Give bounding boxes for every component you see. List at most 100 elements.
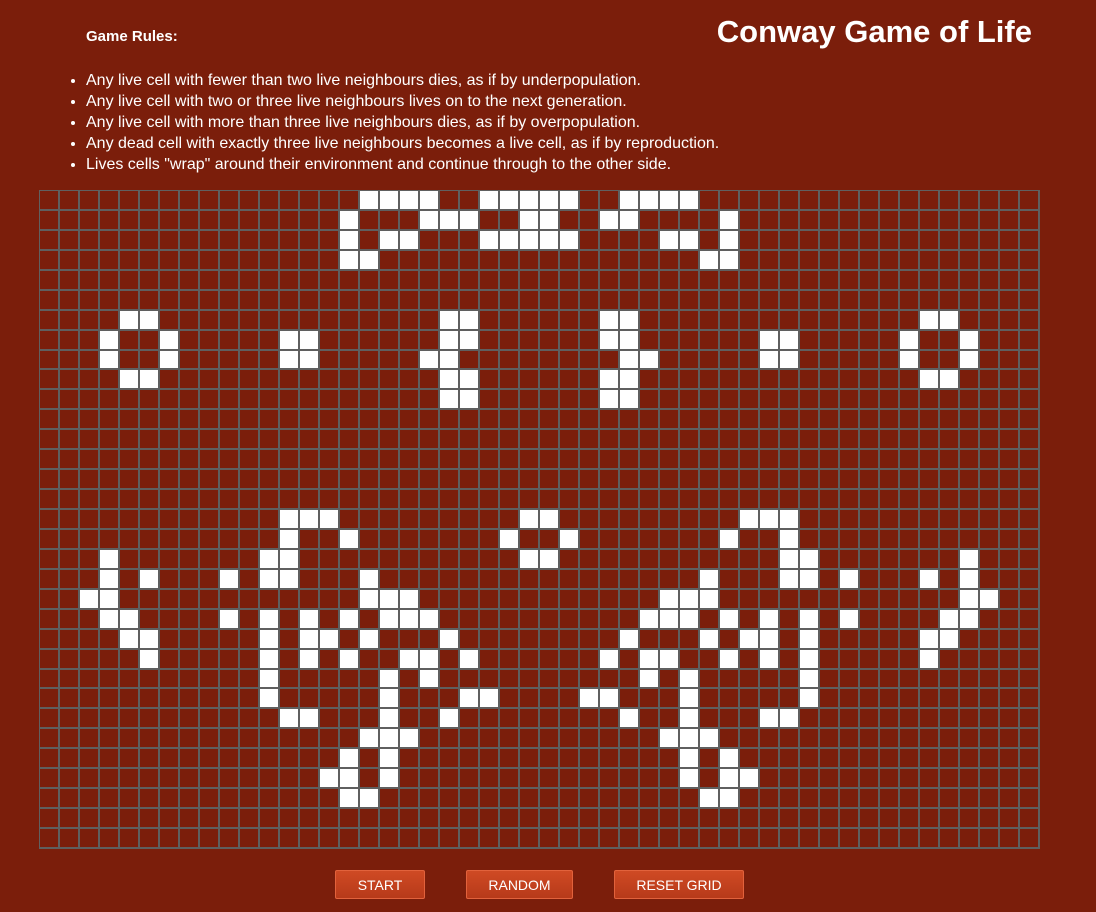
grid-cell[interactable]	[380, 470, 400, 491]
grid-cell[interactable]	[240, 749, 260, 770]
grid-cell[interactable]	[380, 629, 400, 650]
grid-cell-alive[interactable]	[680, 191, 700, 211]
grid-cell[interactable]	[980, 609, 1000, 630]
grid-cell[interactable]	[600, 250, 620, 271]
grid-cell-alive[interactable]	[620, 390, 640, 411]
grid-cell[interactable]	[40, 569, 60, 590]
grid-cell[interactable]	[260, 589, 280, 610]
grid-cell[interactable]	[180, 669, 200, 690]
grid-cell[interactable]	[800, 330, 820, 351]
grid-cell[interactable]	[300, 729, 320, 750]
grid-cell[interactable]	[540, 729, 560, 750]
grid-cell[interactable]	[220, 430, 240, 451]
grid-cell-alive[interactable]	[340, 749, 360, 770]
grid-cell[interactable]	[180, 729, 200, 750]
grid-cell-alive[interactable]	[920, 569, 940, 590]
grid-cell[interactable]	[880, 191, 900, 211]
grid-cell[interactable]	[600, 589, 620, 610]
grid-cell[interactable]	[680, 430, 700, 451]
grid-cell[interactable]	[340, 569, 360, 590]
grid-cell[interactable]	[560, 410, 580, 431]
grid-cell-alive[interactable]	[940, 370, 960, 391]
grid-cell[interactable]	[1000, 709, 1020, 730]
grid-cell[interactable]	[100, 290, 120, 311]
grid-cell[interactable]	[140, 589, 160, 610]
grid-cell[interactable]	[660, 310, 680, 331]
grid-cell[interactable]	[480, 589, 500, 610]
grid-cell[interactable]	[1000, 450, 1020, 471]
grid-cell[interactable]	[500, 789, 520, 810]
grid-cell[interactable]	[980, 809, 1000, 829]
grid-cell[interactable]	[980, 450, 1000, 471]
grid-cell[interactable]	[580, 549, 600, 570]
grid-cell[interactable]	[320, 549, 340, 570]
grid-cell[interactable]	[700, 609, 720, 630]
grid-cell[interactable]	[360, 669, 380, 690]
grid-cell[interactable]	[860, 569, 880, 590]
grid-cell[interactable]	[840, 749, 860, 770]
grid-cell[interactable]	[700, 191, 720, 211]
grid-cell[interactable]	[820, 769, 840, 790]
grid-cell[interactable]	[700, 470, 720, 491]
grid-cell[interactable]	[1020, 549, 1040, 570]
grid-cell[interactable]	[400, 470, 420, 491]
grid-cell[interactable]	[700, 410, 720, 431]
grid-cell[interactable]	[140, 350, 160, 371]
grid-cell-alive[interactable]	[760, 709, 780, 730]
grid-cell-alive[interactable]	[960, 549, 980, 570]
grid-cell[interactable]	[860, 549, 880, 570]
grid-cell[interactable]	[540, 430, 560, 451]
grid-cell[interactable]	[40, 749, 60, 770]
grid-cell[interactable]	[760, 390, 780, 411]
grid-cell[interactable]	[580, 490, 600, 510]
grid-cell[interactable]	[160, 829, 180, 849]
grid-cell[interactable]	[420, 370, 440, 391]
grid-cell[interactable]	[520, 709, 540, 730]
grid-cell[interactable]	[200, 191, 220, 211]
grid-cell[interactable]	[340, 270, 360, 291]
grid-cell[interactable]	[280, 789, 300, 810]
grid-cell[interactable]	[980, 191, 1000, 211]
grid-cell[interactable]	[220, 470, 240, 491]
grid-cell[interactable]	[840, 510, 860, 530]
grid-cell[interactable]	[360, 410, 380, 431]
grid-cell[interactable]	[800, 789, 820, 810]
grid-cell[interactable]	[980, 470, 1000, 491]
grid-cell[interactable]	[480, 490, 500, 510]
grid-cell[interactable]	[80, 191, 100, 211]
grid-cell[interactable]	[640, 370, 660, 391]
grid-cell[interactable]	[640, 769, 660, 790]
grid-cell[interactable]	[400, 270, 420, 291]
grid-cell[interactable]	[320, 809, 340, 829]
grid-cell[interactable]	[60, 310, 80, 331]
grid-cell[interactable]	[140, 829, 160, 849]
grid-cell[interactable]	[80, 350, 100, 371]
grid-cell[interactable]	[160, 769, 180, 790]
grid-cell[interactable]	[320, 290, 340, 311]
grid-cell[interactable]	[720, 689, 740, 710]
grid-cell-alive[interactable]	[220, 569, 240, 590]
grid-cell[interactable]	[920, 609, 940, 630]
grid-cell[interactable]	[840, 310, 860, 331]
grid-cell[interactable]	[960, 191, 980, 211]
grid-cell[interactable]	[460, 191, 480, 211]
grid-cell[interactable]	[380, 510, 400, 530]
grid-cell[interactable]	[300, 569, 320, 590]
grid-cell[interactable]	[980, 629, 1000, 650]
grid-cell[interactable]	[600, 230, 620, 251]
grid-cell[interactable]	[180, 709, 200, 730]
grid-cell[interactable]	[880, 669, 900, 690]
grid-cell[interactable]	[580, 669, 600, 690]
grid-cell[interactable]	[740, 689, 760, 710]
grid-cell[interactable]	[60, 450, 80, 471]
grid-cell[interactable]	[240, 191, 260, 211]
grid-cell[interactable]	[500, 430, 520, 451]
grid-cell[interactable]	[520, 809, 540, 829]
grid-cell[interactable]	[840, 789, 860, 810]
grid-cell[interactable]	[500, 450, 520, 471]
grid-cell[interactable]	[660, 270, 680, 291]
grid-cell[interactable]	[800, 290, 820, 311]
grid-cell[interactable]	[220, 669, 240, 690]
grid-cell[interactable]	[660, 290, 680, 311]
grid-cell[interactable]	[780, 210, 800, 231]
